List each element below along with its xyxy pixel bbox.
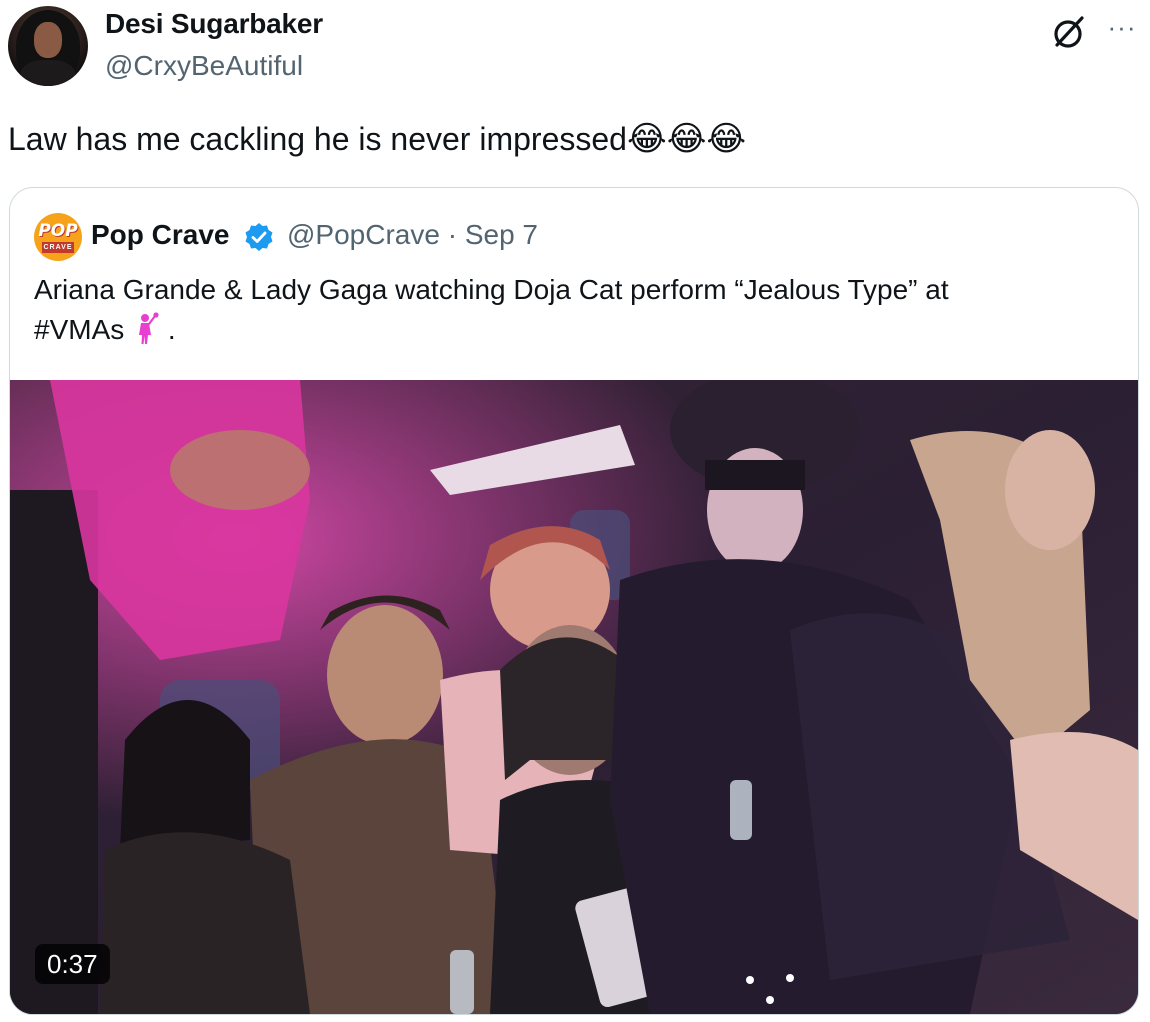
meta-separator: ·: [447, 219, 458, 250]
author-name[interactable]: Desi Sugarbaker: [105, 8, 323, 40]
quoted-date[interactable]: Sep 7: [465, 219, 538, 250]
quoted-text-period: .: [167, 314, 176, 345]
video-duration: 0:37: [35, 944, 110, 984]
quoted-author-name[interactable]: Pop Crave: [91, 219, 230, 251]
more-options-icon[interactable]: ···: [1102, 12, 1142, 42]
pop-crave-logo-bottom: CRAVE: [42, 242, 74, 253]
laughing-emoji: 😂: [706, 120, 747, 158]
pop-crave-logo-top: POP: [38, 221, 78, 241]
quoted-avatar[interactable]: POP CRAVE: [34, 213, 82, 261]
quoted-tweet[interactable]: POP CRAVE Pop Crave @PopCrave · Sep 7 Ar…: [9, 187, 1139, 1015]
video-thumbnail: [10, 380, 1138, 1014]
quoted-handle[interactable]: @PopCrave: [287, 219, 440, 250]
author-avatar[interactable]: [8, 6, 88, 86]
tweet: Desi Sugarbaker @CrxyBeAutiful ··· Law h…: [0, 0, 1150, 1022]
laughing-emoji: 😂: [626, 120, 667, 158]
vmas-hashtag[interactable]: #VMAs: [34, 314, 124, 345]
quoted-text-line1: Ariana Grande & Lady Gaga watching Doja …: [34, 274, 949, 305]
quoted-meta: @PopCrave · Sep 7: [287, 219, 538, 251]
author-handle[interactable]: @CrxyBeAutiful: [105, 50, 303, 82]
singer-microphone-icon: [139, 312, 159, 344]
verified-badge-icon: [245, 223, 273, 251]
tweet-text: Law has me cackling he is never impresse…: [8, 118, 746, 160]
tweet-body: Law has me cackling he is never impresse…: [8, 121, 627, 157]
quoted-text: Ariana Grande & Lady Gaga watching Doja …: [34, 270, 1114, 350]
laughing-emoji: 😂: [666, 120, 707, 158]
grok-icon[interactable]: [1048, 12, 1088, 52]
video-player[interactable]: 0:37: [10, 380, 1138, 1014]
